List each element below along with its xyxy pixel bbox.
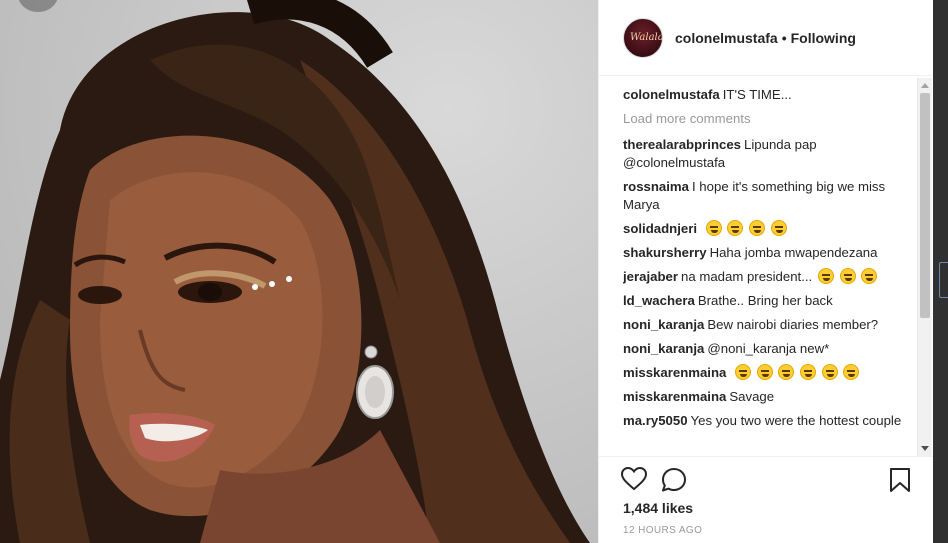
post-header: Walala colonelmustafa • Following xyxy=(599,0,933,76)
separator-dot: • xyxy=(781,29,787,46)
comment-username[interactable]: solidadnjeri xyxy=(623,221,697,236)
laughing-emoji-icon xyxy=(800,364,817,380)
load-more-comments-button[interactable]: Load more comments xyxy=(623,110,918,128)
comment-item: noni_karanja @noni_karanja new* xyxy=(623,340,918,358)
post-photo[interactable] xyxy=(0,0,598,543)
avatar-text: Walala xyxy=(630,31,663,43)
post-username[interactable]: colonelmustafa xyxy=(675,30,778,46)
comment-text: @noni_karanja new* xyxy=(707,341,830,356)
neutral-emoji-icon xyxy=(817,268,834,284)
comment-username[interactable]: therealarabprinces xyxy=(623,137,741,152)
comment-item: noni_karanja Bew nairobi diaries member? xyxy=(623,316,918,334)
comment-item: shakursherry Haha jomba mwapendezana xyxy=(623,244,918,262)
comment-username[interactable]: rossnaima xyxy=(623,179,689,194)
comment-text: Brathe.. Bring her back xyxy=(697,293,833,308)
comment-item: ld_wachera Brathe.. Bring her back xyxy=(623,292,918,310)
laughing-emoji-icon xyxy=(843,364,860,380)
comment-item: rossnaima I hope it's something big we mi… xyxy=(623,178,918,214)
comment-username[interactable]: misskarenmaina xyxy=(623,389,726,404)
laughing-emoji-icon xyxy=(821,364,838,380)
comment-username[interactable]: misskarenmaina xyxy=(623,365,726,380)
comment-bubble-icon[interactable] xyxy=(661,467,687,493)
comment-text: Savage xyxy=(729,389,775,404)
neutral-emoji-icon xyxy=(861,268,878,284)
comment-username[interactable]: ma.ry5050 xyxy=(623,413,688,428)
comment-item: misskarenmaina Savage xyxy=(623,388,918,406)
scrollbar-thumb[interactable] xyxy=(920,93,930,318)
bookmark-icon[interactable] xyxy=(889,467,911,493)
comment-text: na madam president... xyxy=(681,269,813,284)
neutral-emoji-icon xyxy=(839,268,856,284)
laughing-emoji-icon xyxy=(778,364,795,380)
comment-item: ma.ry5050 Yes you two were the hottest co… xyxy=(623,412,918,430)
heart-icon[interactable] xyxy=(621,467,647,491)
laughing-emoji-icon xyxy=(770,220,787,236)
comment-text: Haha jomba mwapendezana xyxy=(709,245,878,260)
comment-username[interactable]: jerajaber xyxy=(623,269,678,284)
scroll-up-arrow-icon[interactable] xyxy=(921,83,929,88)
post-timestamp[interactable]: 12 HOURS AGO xyxy=(623,525,702,536)
next-post-edge[interactable] xyxy=(939,262,948,298)
post-sidebar: Walala colonelmustafa • Following colone… xyxy=(598,0,933,543)
laughing-emoji-icon xyxy=(749,220,766,236)
caption-text: IT'S TIME... xyxy=(722,87,792,102)
laughing-emoji-icon xyxy=(727,220,744,236)
comment-username[interactable]: noni_karanja xyxy=(623,317,704,332)
thinking-emoji-icon xyxy=(705,220,722,236)
comment-username[interactable]: shakursherry xyxy=(623,245,707,260)
portrait-image xyxy=(0,0,590,543)
comments-scrollbar[interactable] xyxy=(917,78,932,456)
background-overlay xyxy=(933,0,948,543)
comment-text: Yes you two were the hottest couple xyxy=(690,413,902,428)
comments-list: colonelmustafa IT'S TIME... Load more com… xyxy=(623,86,918,456)
laughing-emoji-icon xyxy=(735,364,752,380)
comment-item: jerajaber na madam president... xyxy=(623,268,918,286)
comment-username[interactable]: noni_karanja xyxy=(623,341,704,356)
post-actions xyxy=(599,456,933,498)
comment-item: therealarabprinces Lipunda pap @colonelmu… xyxy=(623,136,918,172)
comment-text: Bew nairobi diaries member? xyxy=(707,317,879,332)
laughing-emoji-icon xyxy=(756,364,773,380)
avatar[interactable]: Walala xyxy=(623,17,663,58)
following-button[interactable]: Following xyxy=(791,30,856,46)
comment-item: solidadnjeri xyxy=(623,220,918,238)
scroll-down-arrow-icon[interactable] xyxy=(921,446,929,451)
caption-username[interactable]: colonelmustafa xyxy=(623,87,720,102)
comment-username[interactable]: ld_wachera xyxy=(623,293,695,308)
likes-count[interactable]: 1,484 likes xyxy=(623,500,693,516)
comment-item: misskarenmaina xyxy=(623,364,918,382)
caption: colonelmustafa IT'S TIME... xyxy=(623,86,918,104)
